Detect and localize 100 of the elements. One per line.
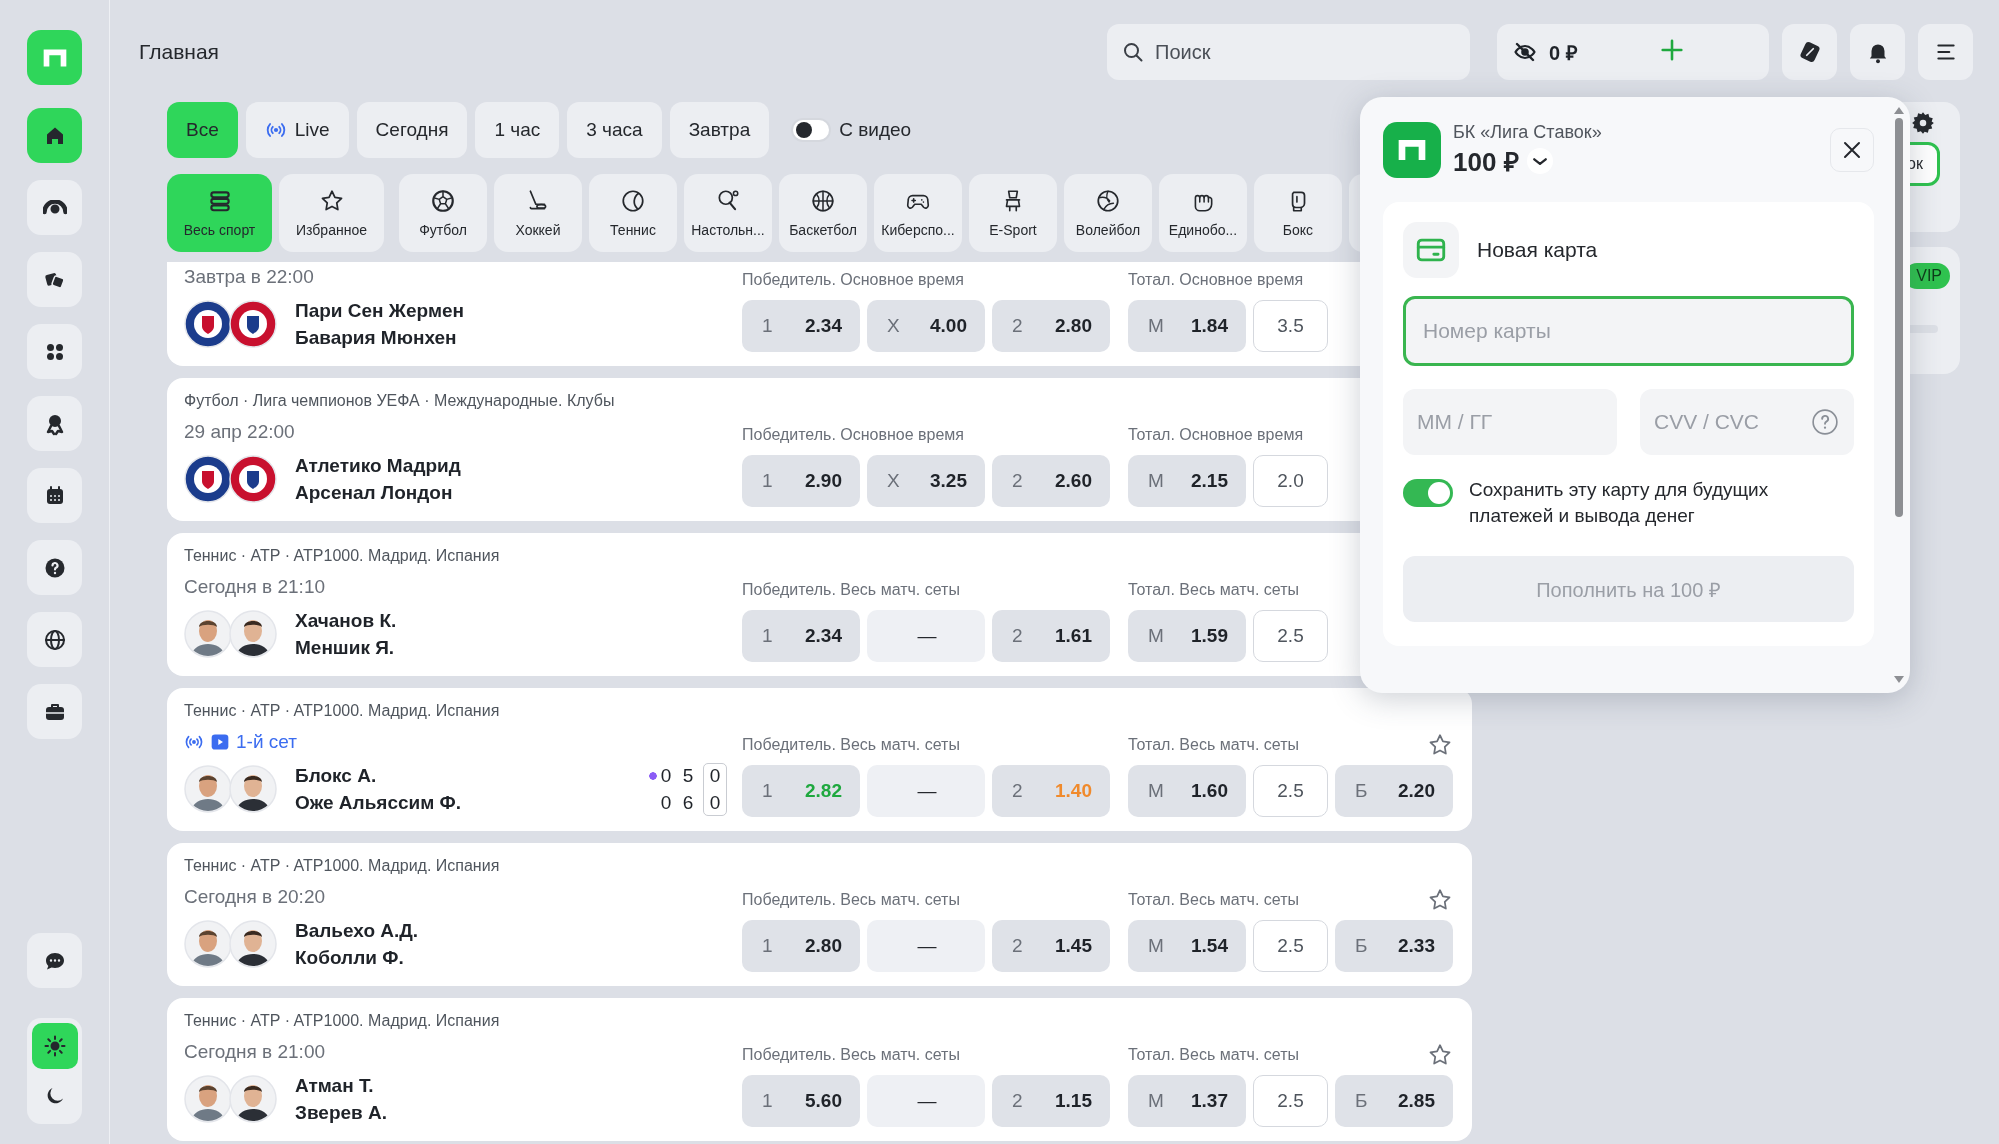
save-card-toggle[interactable] bbox=[1403, 479, 1453, 507]
filter-chip[interactable]: 1 час bbox=[475, 102, 560, 158]
sport-tab[interactable]: Волейбол bbox=[1064, 174, 1152, 252]
market-title: Тотал. Основное время bbox=[1128, 271, 1304, 289]
odds-button[interactable]: 2 1.61 bbox=[992, 610, 1110, 662]
sidebar-item[interactable] bbox=[27, 468, 82, 523]
odds-button[interactable]: — bbox=[867, 765, 985, 817]
odds-button[interactable]: 1 2.82 bbox=[742, 765, 860, 817]
filter-chip[interactable]: 3 часа bbox=[567, 102, 662, 158]
team-logo bbox=[229, 455, 277, 503]
odds-button[interactable]: — bbox=[867, 610, 985, 662]
sport-tab[interactable]: E-Sport bbox=[969, 174, 1057, 252]
video-toggle[interactable] bbox=[791, 118, 832, 142]
odds-button[interactable]: 2 1.45 bbox=[992, 920, 1110, 972]
market-title: Тотал. Весь матч. сеты bbox=[1128, 581, 1299, 599]
odds-button[interactable]: М 1.84 bbox=[1128, 300, 1246, 352]
team-name: Хачанов К. bbox=[295, 609, 398, 632]
sidebar-item[interactable] bbox=[27, 324, 82, 379]
sport-tab[interactable]: Теннис bbox=[589, 174, 677, 252]
filter-chip[interactable]: Live bbox=[245, 102, 349, 158]
total-line-button[interactable]: 2.5 bbox=[1253, 1075, 1328, 1127]
toggle-label: С видео bbox=[839, 119, 912, 141]
coupon-button[interactable] bbox=[1782, 24, 1837, 80]
theme-option[interactable] bbox=[31, 1023, 78, 1069]
filter-chip[interactable]: Сегодня bbox=[356, 102, 468, 158]
team-name: Атлетико Мадрид bbox=[295, 454, 462, 477]
odds-button[interactable]: М 1.59 bbox=[1128, 610, 1246, 662]
save-card-label: Сохранить эту карту для будущих платежей и вывода денег bbox=[1469, 478, 1770, 528]
odds-button[interactable]: Б 2.85 bbox=[1335, 1075, 1453, 1127]
total-line-button[interactable]: 2.5 bbox=[1253, 610, 1328, 662]
league-text: Теннис · ATP · ATP1000. Мадрид. Испания bbox=[184, 1012, 501, 1030]
total-line-button[interactable]: 2.5 bbox=[1253, 920, 1328, 972]
odds-button[interactable]: Б 2.20 bbox=[1335, 765, 1453, 817]
filter-chip[interactable]: Все bbox=[167, 102, 238, 158]
market-title: Победитель. Основное время bbox=[742, 271, 964, 289]
filter-chip[interactable]: Завтра bbox=[669, 102, 770, 158]
team-logo bbox=[184, 300, 232, 348]
odds-button[interactable]: 1 2.34 bbox=[742, 300, 860, 352]
sport-tab[interactable]: Киберспо... bbox=[874, 174, 962, 252]
sidebar-item[interactable] bbox=[27, 396, 82, 451]
sport-tab[interactable]: Настольн... bbox=[684, 174, 772, 252]
menu-button[interactable] bbox=[1918, 24, 1973, 80]
total-line-button[interactable]: 3.5 bbox=[1253, 300, 1328, 352]
total-line-button[interactable]: 2.5 bbox=[1253, 765, 1328, 817]
sport-tab[interactable]: Бокс bbox=[1254, 174, 1342, 252]
odds-button[interactable]: М 1.60 bbox=[1128, 765, 1246, 817]
team-name: Атман Т. bbox=[295, 1074, 375, 1097]
sport-tab[interactable]: Футбол bbox=[399, 174, 487, 252]
sport-tab[interactable]: Единобо... bbox=[1159, 174, 1247, 252]
odds-button[interactable]: 1 2.90 bbox=[742, 455, 860, 507]
score-value: 0 bbox=[709, 764, 721, 787]
odds-button[interactable]: 1 5.60 bbox=[742, 1075, 860, 1127]
league-text: Теннис · ATP · ATP1000. Мадрид. Испания bbox=[184, 547, 501, 565]
odds-button[interactable]: М 2.15 bbox=[1128, 455, 1246, 507]
brand-name: БК «Лига Ставок» bbox=[1453, 121, 1603, 143]
odds-button[interactable]: — bbox=[867, 1075, 985, 1127]
odds-button[interactable]: 1 2.34 bbox=[742, 610, 860, 662]
balance-panel[interactable]: 0 ₽ bbox=[1497, 24, 1769, 80]
card-number-input[interactable]: Номер карты bbox=[1423, 299, 1834, 363]
cvv-input[interactable]: CVV / CVC bbox=[1654, 389, 1810, 455]
amount-dropdown[interactable] bbox=[1526, 147, 1553, 174]
odds-button[interactable]: 2 2.60 bbox=[992, 455, 1110, 507]
sport-tab[interactable]: Избранное bbox=[279, 174, 384, 252]
odds-button[interactable]: — bbox=[867, 920, 985, 972]
total-line-button[interactable]: 2.0 bbox=[1253, 455, 1328, 507]
match-time: Сегодня в 21:00 bbox=[184, 1041, 325, 1063]
sidebar-item[interactable] bbox=[27, 252, 82, 307]
odds-button[interactable]: 2 1.15 bbox=[992, 1075, 1110, 1127]
odds-button[interactable]: Б 2.33 bbox=[1335, 920, 1453, 972]
odds-button[interactable]: М 1.37 bbox=[1128, 1075, 1246, 1127]
search-input[interactable]: Поиск bbox=[1155, 24, 1456, 80]
sidebar-item[interactable] bbox=[27, 180, 82, 235]
card-number-field[interactable]: Номер карты bbox=[1403, 296, 1854, 366]
sidebar-item[interactable] bbox=[27, 612, 82, 667]
close-button[interactable] bbox=[1830, 128, 1874, 172]
search-field[interactable]: Поиск bbox=[1107, 24, 1470, 80]
odds-button[interactable]: 2 1.40 bbox=[992, 765, 1110, 817]
odds-button[interactable]: X 4.00 bbox=[867, 300, 985, 352]
sport-tab[interactable]: Весь спорт bbox=[167, 174, 272, 252]
cvv-field[interactable]: CVV / CVC bbox=[1640, 389, 1854, 455]
scrollbar[interactable] bbox=[1894, 107, 1904, 683]
team-name: Оже Альяссим Ф. bbox=[295, 791, 463, 814]
sidebar-item[interactable] bbox=[27, 684, 82, 739]
basketball-icon bbox=[810, 188, 836, 214]
team-logo bbox=[184, 455, 232, 503]
signal-arc-icon bbox=[42, 200, 67, 215]
sidebar-item[interactable] bbox=[27, 108, 82, 163]
player-avatar bbox=[184, 920, 232, 968]
odds-button[interactable]: X 3.25 bbox=[867, 455, 985, 507]
chat-button[interactable] bbox=[27, 933, 82, 988]
soccer-ball-icon bbox=[430, 188, 456, 214]
sidebar-item[interactable] bbox=[27, 540, 82, 595]
sport-tab[interactable]: Хоккей bbox=[494, 174, 582, 252]
settings-icon bbox=[1910, 110, 1936, 136]
odds-button[interactable]: М 1.54 bbox=[1128, 920, 1246, 972]
odds-button[interactable]: 2 2.80 bbox=[992, 300, 1110, 352]
notifications-button[interactable] bbox=[1850, 24, 1905, 80]
odds-button[interactable]: 1 2.80 bbox=[742, 920, 860, 972]
team-name: Блокс А. bbox=[295, 764, 378, 787]
sport-tab[interactable]: Баскетбол bbox=[779, 174, 867, 252]
